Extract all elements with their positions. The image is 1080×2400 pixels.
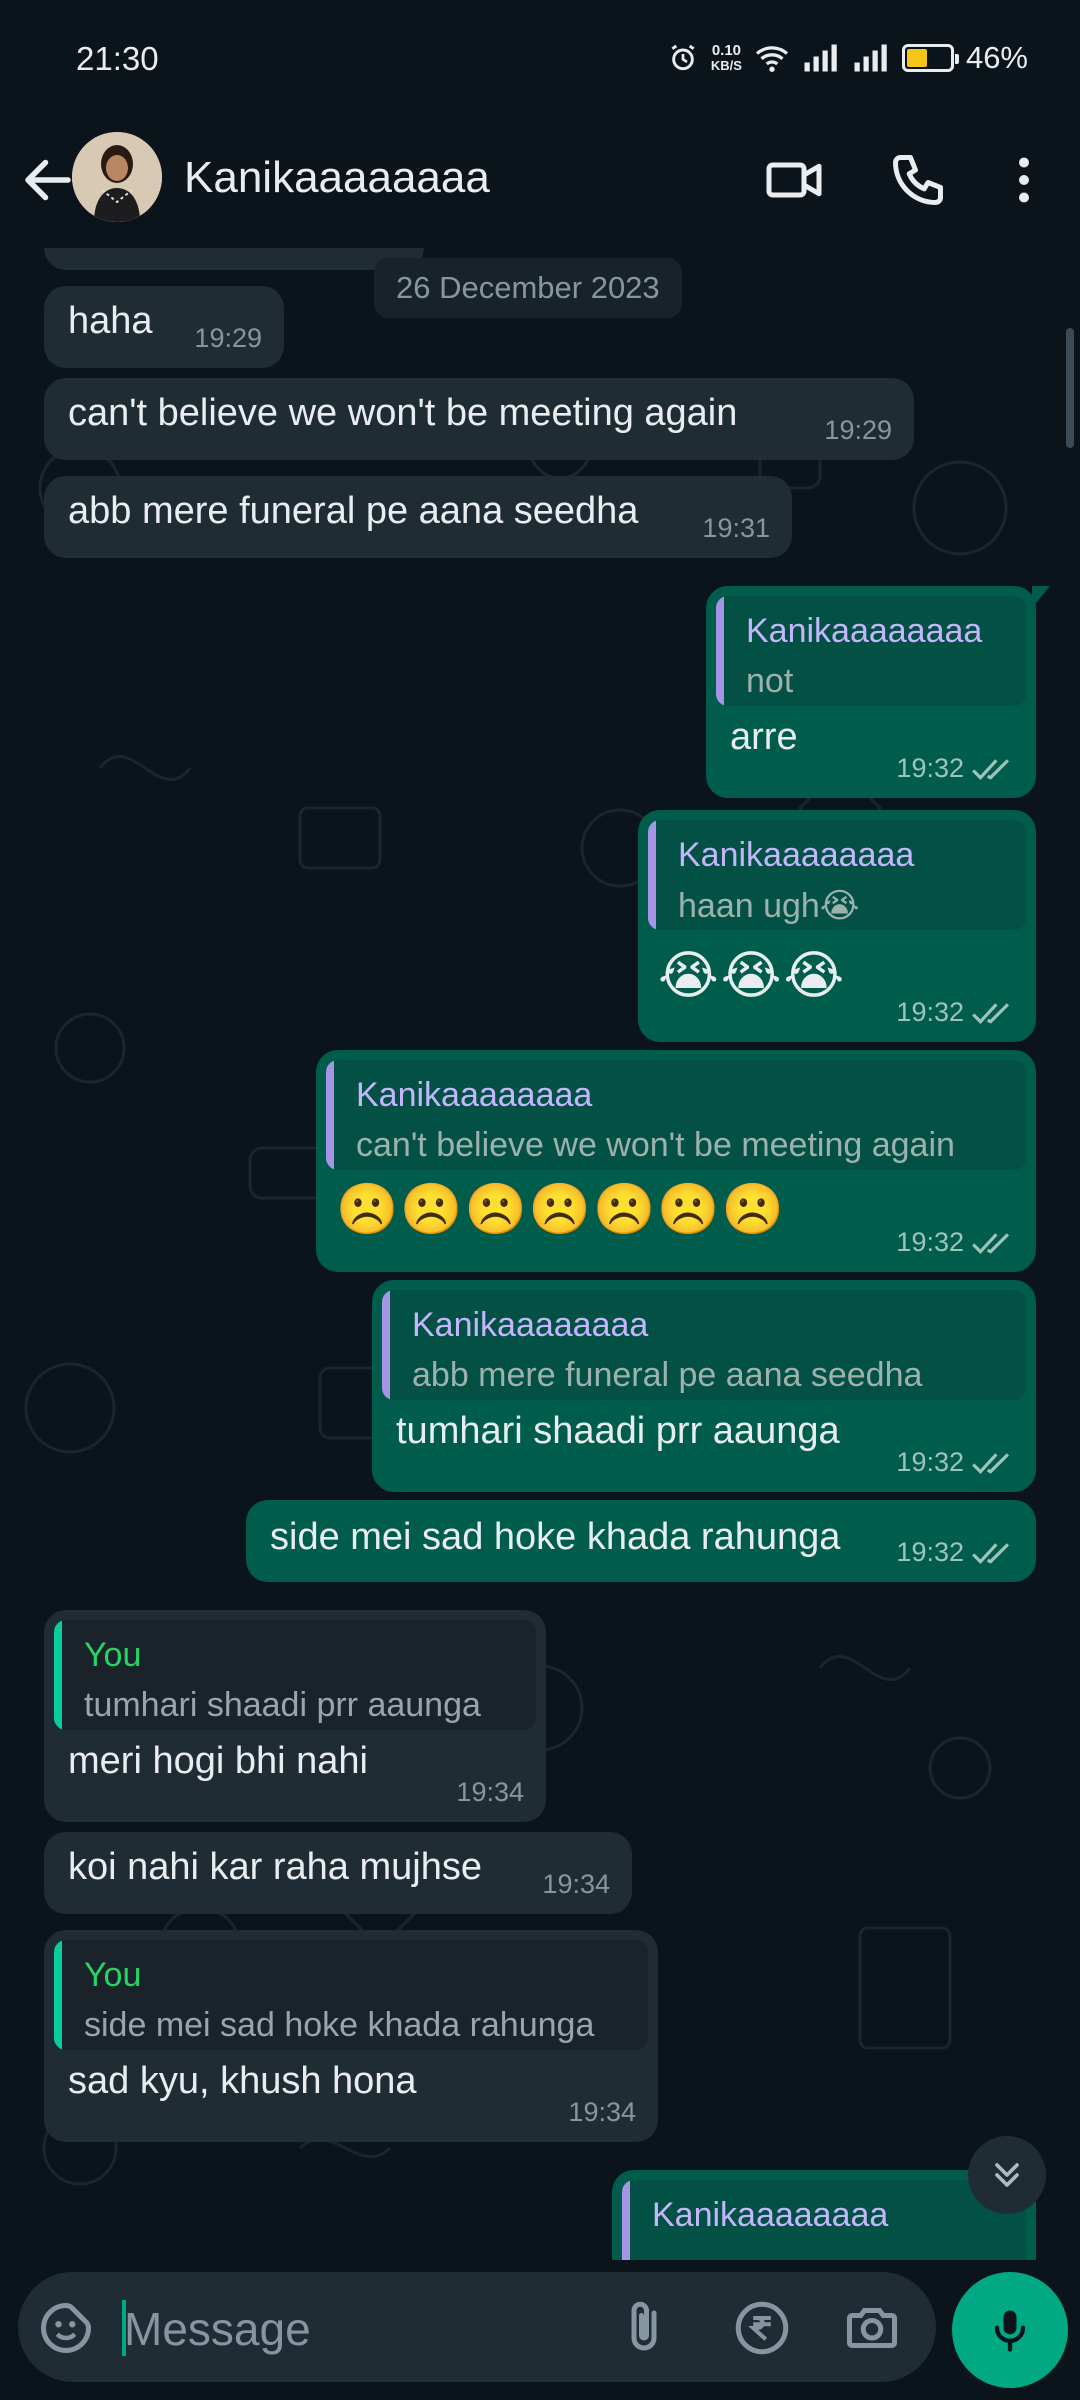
- double-check-icon: [972, 758, 1010, 780]
- message-text: haha: [68, 300, 153, 342]
- double-chevron-down-icon: [995, 2163, 1019, 2187]
- reply-quote-text: tumhari shaadi prr aaunga: [84, 1686, 481, 1724]
- message-text: abb mere funeral pe aana seedha: [68, 490, 639, 532]
- reply-quote-name: You: [84, 1956, 142, 1994]
- message-status: 19:32: [896, 997, 1014, 1028]
- signal-icon: [854, 44, 887, 72]
- reply-quote-name: Kanikaaaaaaaa: [678, 836, 915, 874]
- message-status: 19:32: [896, 1227, 1014, 1258]
- signal-icon: [804, 44, 837, 72]
- mic-icon: [994, 2310, 1026, 2352]
- message-input[interactable]: Message: [124, 2302, 311, 2356]
- attach-icon[interactable]: [614, 2298, 674, 2358]
- mic-button[interactable]: [952, 2272, 1068, 2388]
- reply-quote-text: haan ugh😭: [678, 887, 860, 925]
- message-text: arre: [730, 716, 798, 758]
- message-status: 19:32: [896, 1537, 1014, 1568]
- message-bubble-incoming[interactable]: can't believe we won't be meeting again …: [44, 378, 914, 460]
- date-chip: 26 December 2023: [374, 258, 682, 318]
- message-bubble-incoming[interactable]: You tumhari shaadi prr aaunga meri hogi …: [44, 1610, 546, 1822]
- reply-quote-text: side mei sad hoke khada rahunga: [84, 2006, 595, 2044]
- message-time: 19:32: [896, 1447, 964, 1477]
- reply-quote[interactable]: Kanikaaaaaaaa haan ugh😭: [648, 820, 1026, 930]
- reply-quote-name: You: [84, 1636, 142, 1674]
- reply-quote[interactable]: Kanikaaaaaaaa not: [716, 596, 1026, 706]
- message-text: ☹️☹️☹️☹️☹️☹️☹️: [336, 1181, 786, 1237]
- scroll-to-bottom-button[interactable]: [968, 2136, 1046, 2214]
- avatar[interactable]: [72, 132, 162, 222]
- message-bubble-incoming[interactable]: abb mere funeral pe aana seedha 19:31: [44, 476, 792, 558]
- message-bubble-partial[interactable]: [44, 248, 424, 270]
- message-bubble-outgoing[interactable]: side mei sad hoke khada rahunga 19:32: [246, 1500, 1036, 1582]
- reply-quote[interactable]: Kanikaaaaaaaa: [622, 2180, 1026, 2260]
- message-time: 19:34: [542, 1869, 610, 1899]
- reply-quote[interactable]: You side mei sad hoke khada rahunga: [54, 1940, 648, 2050]
- reply-quote-name: Kanikaaaaaaaa: [746, 612, 983, 650]
- scrollbar-thumb[interactable]: [1066, 328, 1074, 448]
- message-time: 19:31: [702, 513, 770, 543]
- input-bar: Message: [0, 2260, 1080, 2400]
- double-check-icon: [972, 1452, 1010, 1474]
- reply-quote-text: not: [746, 662, 794, 700]
- battery-icon: [901, 44, 959, 72]
- rupee-payment-icon[interactable]: [732, 2298, 792, 2358]
- video-call-icon[interactable]: [764, 150, 824, 210]
- camera-icon[interactable]: [842, 2298, 902, 2358]
- message-bubble-incoming[interactable]: haha 19:29: [44, 286, 284, 368]
- double-check-icon: [972, 1232, 1010, 1254]
- reply-quote[interactable]: You tumhari shaadi prr aaunga: [54, 1620, 536, 1730]
- message-bubble-incoming[interactable]: koi nahi kar raha mujhse 19:34: [44, 1832, 632, 1914]
- message-time: 19:29: [824, 415, 892, 445]
- reply-quote-name: Kanikaaaaaaaa: [652, 2196, 889, 2234]
- message-text: tumhari shaadi prr aaunga: [396, 1410, 840, 1452]
- message-text: koi nahi kar raha mujhse: [68, 1846, 482, 1888]
- battery-percent: 46%: [965, 40, 1028, 75]
- message-time: 19:34: [568, 2097, 636, 2127]
- reply-quote-name: Kanikaaaaaaaa: [356, 1076, 593, 1114]
- more-vertical-icon[interactable]: [994, 150, 1054, 210]
- chat-header: Kanikaaaaaaaa: [0, 120, 1080, 248]
- double-check-icon: [972, 1542, 1010, 1564]
- message-text: can't believe we won't be meeting again: [68, 392, 738, 434]
- reply-quote-name: Kanikaaaaaaaa: [412, 1306, 649, 1344]
- message-time: 19:32: [896, 997, 964, 1027]
- net-speed: 0.10 KB/S: [711, 43, 742, 73]
- status-bar: 21:30 0.10 KB/S 46%: [0, 0, 1080, 120]
- wifi-icon: [755, 46, 789, 72]
- status-icons: 0.10 KB/S 46%: [667, 38, 1028, 78]
- message-bubble-outgoing[interactable]: Kanikaaaaaaaa haan ugh😭 😭😭😭 19:32: [638, 810, 1036, 1042]
- message-time: 19:29: [194, 323, 262, 353]
- message-input-container[interactable]: Message: [18, 2272, 936, 2382]
- chat-area[interactable]: 26 December 2023 haha 19:29 can't believ…: [0, 248, 1080, 2260]
- message-time: 19:34: [456, 1777, 524, 1807]
- back-arrow-icon[interactable]: [18, 150, 78, 210]
- message-bubble-incoming[interactable]: You side mei sad hoke khada rahunga sad …: [44, 1930, 658, 2142]
- message-bubble-outgoing[interactable]: Kanikaaaaaaaa not arre 19:32: [706, 586, 1050, 798]
- message-bubble-outgoing[interactable]: Kanikaaaaaaaa abb mere funeral pe aana s…: [372, 1280, 1036, 1492]
- net-speed-value: 0.10: [711, 42, 742, 59]
- net-speed-unit: KB/S: [710, 58, 742, 73]
- message-bubble-outgoing[interactable]: Kanikaaaaaaaa can't believe we won't be …: [316, 1050, 1036, 1272]
- message-text: 😭😭😭: [658, 947, 847, 1005]
- reply-quote-text: abb mere funeral pe aana seedha: [412, 1356, 923, 1394]
- double-check-icon: [972, 1002, 1010, 1024]
- message-time: 19:32: [896, 1227, 964, 1257]
- message-text: sad kyu, khush hona: [68, 2060, 417, 2102]
- status-time: 21:30: [76, 40, 159, 77]
- reply-quote[interactable]: Kanikaaaaaaaa abb mere funeral pe aana s…: [382, 1290, 1026, 1400]
- message-time: 19:32: [896, 1537, 964, 1567]
- reply-quote[interactable]: Kanikaaaaaaaa can't believe we won't be …: [326, 1060, 1026, 1170]
- alarm-icon: [671, 44, 695, 71]
- message-status: 19:32: [896, 753, 1014, 784]
- message-text: meri hogi bhi nahi: [68, 1740, 368, 1782]
- message-status: 19:32: [896, 1447, 1014, 1478]
- phone-icon[interactable]: [888, 150, 948, 210]
- message-time: 19:32: [896, 753, 964, 783]
- reply-quote-text: can't believe we won't be meeting again: [356, 1126, 955, 1164]
- message-text: side mei sad hoke khada rahunga: [270, 1516, 841, 1558]
- contact-name[interactable]: Kanikaaaaaaaa: [184, 153, 490, 203]
- sticker-icon[interactable]: [36, 2298, 96, 2358]
